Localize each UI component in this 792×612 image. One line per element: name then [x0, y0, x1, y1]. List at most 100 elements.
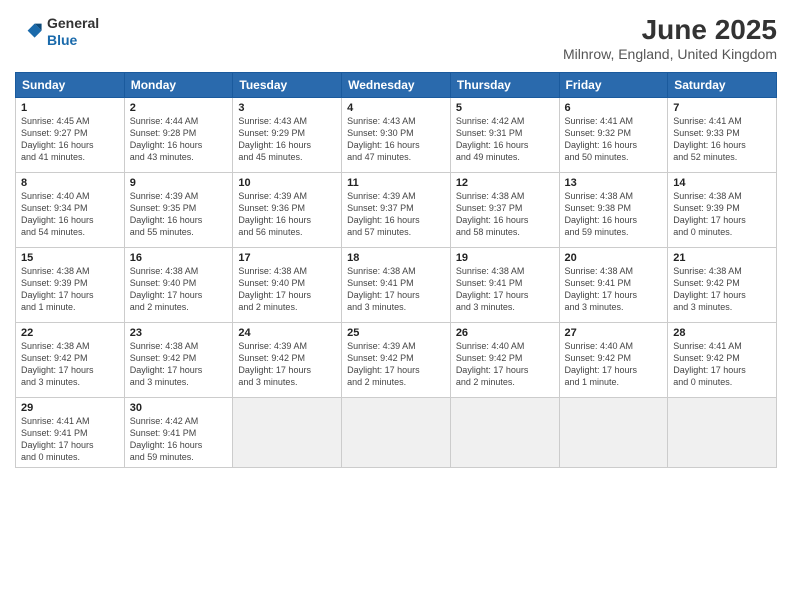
- calendar-cell: [233, 397, 342, 468]
- day-number: 28: [673, 327, 771, 339]
- calendar-cell: 18Sunrise: 4:38 AM Sunset: 9:41 PM Dayli…: [342, 247, 451, 322]
- day-number: 22: [21, 327, 119, 339]
- day-info: Sunrise: 4:40 AM Sunset: 9:34 PM Dayligh…: [21, 190, 119, 239]
- day-info: Sunrise: 4:38 AM Sunset: 9:38 PM Dayligh…: [565, 190, 663, 239]
- day-info: Sunrise: 4:38 AM Sunset: 9:42 PM Dayligh…: [673, 265, 771, 314]
- day-info: Sunrise: 4:39 AM Sunset: 9:37 PM Dayligh…: [347, 190, 445, 239]
- calendar-cell: 12Sunrise: 4:38 AM Sunset: 9:37 PM Dayli…: [450, 172, 559, 247]
- logo-text-blue: Blue: [47, 32, 99, 49]
- calendar-table: Sunday Monday Tuesday Wednesday Thursday…: [15, 72, 777, 469]
- calendar-cell: 24Sunrise: 4:39 AM Sunset: 9:42 PM Dayli…: [233, 322, 342, 397]
- calendar-cell: [668, 397, 777, 468]
- calendar-page: General Blue June 2025 Milnrow, England,…: [0, 0, 792, 612]
- calendar-cell: 6Sunrise: 4:41 AM Sunset: 9:32 PM Daylig…: [559, 97, 668, 172]
- day-info: Sunrise: 4:38 AM Sunset: 9:42 PM Dayligh…: [130, 340, 228, 389]
- day-info: Sunrise: 4:39 AM Sunset: 9:35 PM Dayligh…: [130, 190, 228, 239]
- calendar-cell: 15Sunrise: 4:38 AM Sunset: 9:39 PM Dayli…: [16, 247, 125, 322]
- calendar-cell: 14Sunrise: 4:38 AM Sunset: 9:39 PM Dayli…: [668, 172, 777, 247]
- day-info: Sunrise: 4:38 AM Sunset: 9:41 PM Dayligh…: [456, 265, 554, 314]
- day-info: Sunrise: 4:42 AM Sunset: 9:31 PM Dayligh…: [456, 115, 554, 164]
- logo-icon: [15, 18, 43, 46]
- logo-text-general: General: [47, 15, 99, 32]
- calendar-cell: 27Sunrise: 4:40 AM Sunset: 9:42 PM Dayli…: [559, 322, 668, 397]
- calendar-cell: 1Sunrise: 4:45 AM Sunset: 9:27 PM Daylig…: [16, 97, 125, 172]
- day-number: 18: [347, 252, 445, 264]
- day-info: Sunrise: 4:38 AM Sunset: 9:40 PM Dayligh…: [238, 265, 336, 314]
- calendar-cell: [559, 397, 668, 468]
- calendar-cell: 17Sunrise: 4:38 AM Sunset: 9:40 PM Dayli…: [233, 247, 342, 322]
- calendar-header-row: Sunday Monday Tuesday Wednesday Thursday…: [16, 72, 777, 97]
- day-number: 24: [238, 327, 336, 339]
- calendar-cell: 8Sunrise: 4:40 AM Sunset: 9:34 PM Daylig…: [16, 172, 125, 247]
- day-number: 9: [130, 177, 228, 189]
- calendar-cell: 13Sunrise: 4:38 AM Sunset: 9:38 PM Dayli…: [559, 172, 668, 247]
- day-info: Sunrise: 4:42 AM Sunset: 9:41 PM Dayligh…: [130, 415, 228, 464]
- calendar-cell: 7Sunrise: 4:41 AM Sunset: 9:33 PM Daylig…: [668, 97, 777, 172]
- calendar-cell: 21Sunrise: 4:38 AM Sunset: 9:42 PM Dayli…: [668, 247, 777, 322]
- calendar-cell: 2Sunrise: 4:44 AM Sunset: 9:28 PM Daylig…: [124, 97, 233, 172]
- day-number: 19: [456, 252, 554, 264]
- day-number: 15: [21, 252, 119, 264]
- calendar-cell: 26Sunrise: 4:40 AM Sunset: 9:42 PM Dayli…: [450, 322, 559, 397]
- day-info: Sunrise: 4:38 AM Sunset: 9:40 PM Dayligh…: [130, 265, 228, 314]
- day-number: 13: [565, 177, 663, 189]
- calendar-cell: 3Sunrise: 4:43 AM Sunset: 9:29 PM Daylig…: [233, 97, 342, 172]
- calendar-cell: 16Sunrise: 4:38 AM Sunset: 9:40 PM Dayli…: [124, 247, 233, 322]
- day-info: Sunrise: 4:40 AM Sunset: 9:42 PM Dayligh…: [456, 340, 554, 389]
- calendar-cell: 25Sunrise: 4:39 AM Sunset: 9:42 PM Dayli…: [342, 322, 451, 397]
- day-info: Sunrise: 4:38 AM Sunset: 9:41 PM Dayligh…: [347, 265, 445, 314]
- day-number: 3: [238, 102, 336, 114]
- page-header: General Blue June 2025 Milnrow, England,…: [15, 15, 777, 62]
- day-number: 14: [673, 177, 771, 189]
- day-number: 23: [130, 327, 228, 339]
- calendar-cell: 19Sunrise: 4:38 AM Sunset: 9:41 PM Dayli…: [450, 247, 559, 322]
- header-saturday: Saturday: [668, 72, 777, 97]
- calendar-week-row: 1Sunrise: 4:45 AM Sunset: 9:27 PM Daylig…: [16, 97, 777, 172]
- calendar-cell: 20Sunrise: 4:38 AM Sunset: 9:41 PM Dayli…: [559, 247, 668, 322]
- calendar-week-row: 8Sunrise: 4:40 AM Sunset: 9:34 PM Daylig…: [16, 172, 777, 247]
- header-monday: Monday: [124, 72, 233, 97]
- day-info: Sunrise: 4:39 AM Sunset: 9:36 PM Dayligh…: [238, 190, 336, 239]
- header-sunday: Sunday: [16, 72, 125, 97]
- calendar-cell: 10Sunrise: 4:39 AM Sunset: 9:36 PM Dayli…: [233, 172, 342, 247]
- calendar-cell: [342, 397, 451, 468]
- day-number: 8: [21, 177, 119, 189]
- calendar-cell: 22Sunrise: 4:38 AM Sunset: 9:42 PM Dayli…: [16, 322, 125, 397]
- day-info: Sunrise: 4:44 AM Sunset: 9:28 PM Dayligh…: [130, 115, 228, 164]
- day-number: 4: [347, 102, 445, 114]
- day-number: 7: [673, 102, 771, 114]
- calendar-cell: 30Sunrise: 4:42 AM Sunset: 9:41 PM Dayli…: [124, 397, 233, 468]
- day-info: Sunrise: 4:43 AM Sunset: 9:29 PM Dayligh…: [238, 115, 336, 164]
- day-info: Sunrise: 4:39 AM Sunset: 9:42 PM Dayligh…: [238, 340, 336, 389]
- day-info: Sunrise: 4:45 AM Sunset: 9:27 PM Dayligh…: [21, 115, 119, 164]
- day-number: 21: [673, 252, 771, 264]
- logo: General Blue: [15, 15, 99, 49]
- day-number: 17: [238, 252, 336, 264]
- calendar-cell: 9Sunrise: 4:39 AM Sunset: 9:35 PM Daylig…: [124, 172, 233, 247]
- title-block: June 2025 Milnrow, England, United Kingd…: [563, 15, 777, 62]
- day-number: 5: [456, 102, 554, 114]
- header-tuesday: Tuesday: [233, 72, 342, 97]
- header-friday: Friday: [559, 72, 668, 97]
- day-number: 10: [238, 177, 336, 189]
- day-number: 30: [130, 402, 228, 414]
- day-info: Sunrise: 4:41 AM Sunset: 9:33 PM Dayligh…: [673, 115, 771, 164]
- day-number: 27: [565, 327, 663, 339]
- calendar-cell: 11Sunrise: 4:39 AM Sunset: 9:37 PM Dayli…: [342, 172, 451, 247]
- day-info: Sunrise: 4:38 AM Sunset: 9:41 PM Dayligh…: [565, 265, 663, 314]
- calendar-week-row: 22 Sunrise: 4:38 AM Sunset: 9:42 PM Dayli…: [16, 322, 777, 397]
- header-wednesday: Wednesday: [342, 72, 451, 97]
- calendar-cell: [450, 397, 559, 468]
- day-info: Sunrise: 4:38 AM Sunset: 9:37 PM Dayligh…: [456, 190, 554, 239]
- day-number: 25: [347, 327, 445, 339]
- day-number: 20: [565, 252, 663, 264]
- day-info: Sunrise: 4:41 AM Sunset: 9:42 PM Dayligh…: [673, 340, 771, 389]
- day-number: 6: [565, 102, 663, 114]
- header-thursday: Thursday: [450, 72, 559, 97]
- calendar-title: June 2025: [563, 15, 777, 46]
- day-number: 2: [130, 102, 228, 114]
- day-number: 29: [21, 402, 119, 414]
- calendar-cell: 29Sunrise: 4:41 AM Sunset: 9:41 PM Dayli…: [16, 397, 125, 468]
- day-info: Sunrise: 4:39 AM Sunset: 9:42 PM Dayligh…: [347, 340, 445, 389]
- day-info: Sunrise: 4:38 AM Sunset: 9:39 PM Dayligh…: [21, 265, 119, 314]
